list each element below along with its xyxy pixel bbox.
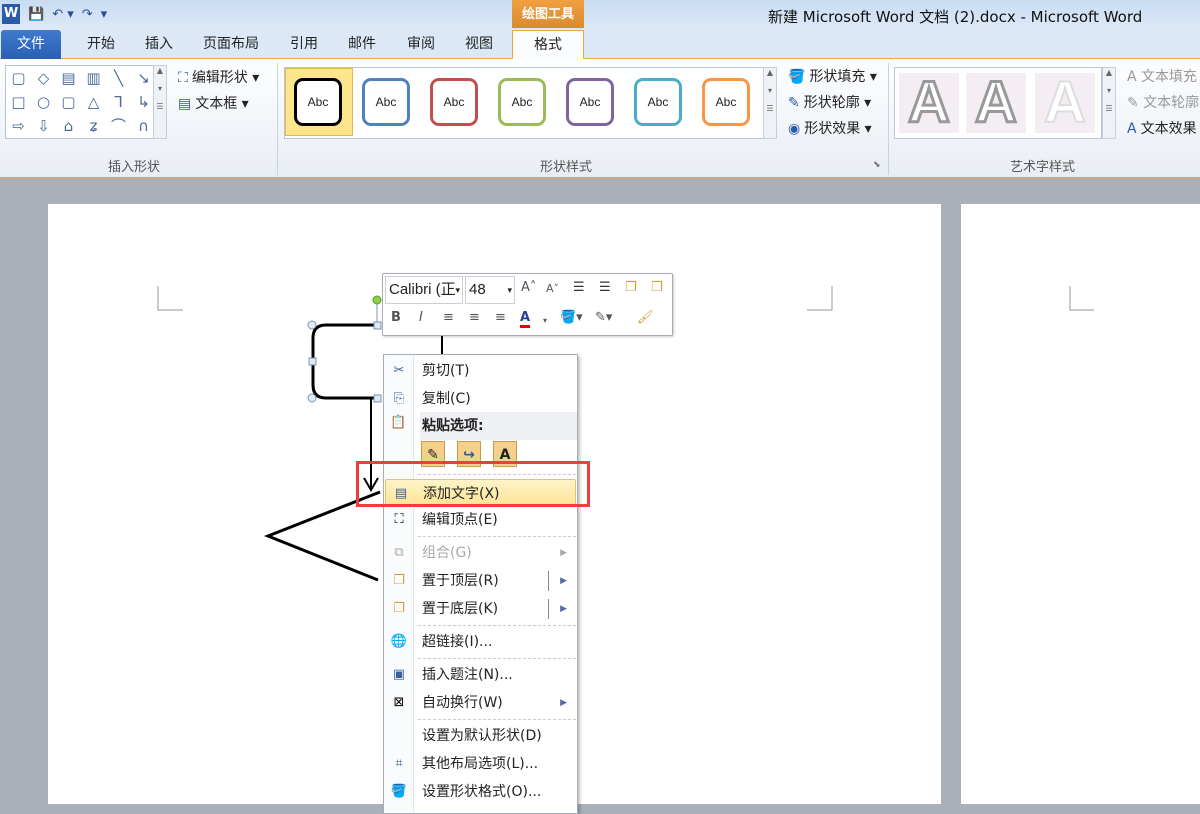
font-color-button[interactable]: A bbox=[520, 310, 531, 328]
menu-item-cut[interactable]: ✂ 剪切(T) bbox=[384, 357, 577, 385]
wrap-text-icon: ⊠ bbox=[393, 695, 405, 710]
align-left-icon[interactable]: ≡ bbox=[443, 310, 454, 325]
format-painter-icon[interactable]: 🖌 bbox=[637, 310, 654, 325]
menu-item-wrap-text[interactable]: ⊠ 自动换行(W) ▶ bbox=[384, 689, 577, 717]
menu-item-group[interactable]: ⧉ 组合(G) ▶ bbox=[384, 539, 577, 567]
menu-separator bbox=[418, 625, 576, 626]
send-to-back-icon: ❐ bbox=[393, 601, 405, 616]
menu-item-more-layout-options[interactable]: ⌗ 其他布局选项(L)... bbox=[384, 750, 577, 778]
menu-item-send-to-back[interactable]: ❐ 置于底层(K) ▶ bbox=[384, 595, 577, 623]
shrink-font-icon[interactable]: A˅ bbox=[546, 282, 559, 295]
menu-item-insert-caption[interactable]: ▣ 插入题注(N)... bbox=[384, 661, 577, 689]
menu-item-bring-to-front[interactable]: ❐ 置于顶层(R) ▶ bbox=[384, 567, 577, 595]
font-size-field[interactable]: 48 ▾ bbox=[465, 276, 515, 304]
scissors-icon: ✂ bbox=[393, 363, 405, 378]
shape-fill-icon[interactable]: 🪣▾ bbox=[560, 310, 583, 325]
menu-item-edit-points[interactable]: ⛶ 编辑顶点(E) bbox=[384, 506, 577, 534]
menu-item-format-shape[interactable]: 🪣 设置形状格式(O)... bbox=[384, 778, 577, 806]
font-name-field[interactable]: Calibri (正 ▾ bbox=[385, 276, 463, 304]
paste-options-header: 粘贴选项: bbox=[420, 412, 577, 440]
increase-indent-icon[interactable]: ☰ bbox=[599, 280, 611, 295]
menu-item-copy[interactable]: ⎘ 复制(C) bbox=[384, 385, 577, 413]
align-right-icon[interactable]: ≡ bbox=[495, 310, 506, 325]
selection-handles bbox=[307, 295, 382, 403]
group-icon: ⧉ bbox=[394, 545, 404, 560]
menu-separator bbox=[418, 658, 576, 659]
drawing-canvas bbox=[157, 286, 1094, 582]
grow-font-icon[interactable]: A˄ bbox=[521, 280, 536, 295]
menu-separator bbox=[418, 536, 576, 537]
edit-points-icon: ⛶ bbox=[394, 512, 404, 527]
font-color-dropdown-icon[interactable]: ▾ bbox=[543, 316, 547, 325]
context-menu: ✂ 剪切(T) ⎘ 复制(C) 粘贴选项: 📋 ✎ ↪ A ▤ 添加文字(X) ⛶ 编辑… bbox=[383, 354, 578, 814]
menu-item-set-default-shape[interactable]: 设置为默认形状(D) bbox=[384, 722, 577, 750]
rotation-handle bbox=[372, 295, 382, 305]
mini-toolbar: Calibri (正 ▾ 48 ▾ A˄ A˅ ☰ ☰ ❐ ❐ B I ≡ ≡ ≡ … bbox=[382, 273, 673, 336]
hyperlink-globe-icon: 🌐 bbox=[390, 634, 408, 649]
bring-forward-icon[interactable]: ❐ bbox=[625, 280, 637, 295]
menu-separator bbox=[418, 719, 576, 720]
layout-icon: ⌗ bbox=[395, 756, 403, 771]
caption-icon: ▣ bbox=[392, 667, 406, 682]
shape-outline-icon[interactable]: ✎▾ bbox=[595, 310, 612, 325]
format-shape-icon: 🪣 bbox=[390, 784, 408, 799]
bring-to-front-icon: ❐ bbox=[393, 573, 405, 588]
paste-icon: 📋 bbox=[390, 415, 407, 430]
bold-button[interactable]: B bbox=[391, 310, 401, 325]
italic-button[interactable]: I bbox=[419, 310, 423, 325]
send-backward-icon[interactable]: ❐ bbox=[651, 280, 663, 295]
align-center-icon[interactable]: ≡ bbox=[469, 310, 480, 325]
copy-icon: ⎘ bbox=[393, 391, 405, 406]
menu-item-hyperlink[interactable]: 🌐 超链接(I)... bbox=[384, 628, 577, 656]
decrease-indent-icon[interactable]: ☰ bbox=[573, 280, 585, 295]
annotation-highlight-box bbox=[356, 461, 590, 507]
